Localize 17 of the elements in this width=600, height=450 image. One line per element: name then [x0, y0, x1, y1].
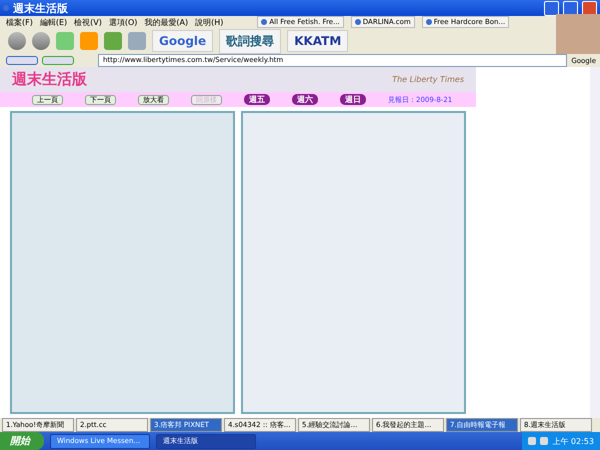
start-button[interactable]: 開始 — [0, 432, 44, 450]
menu-item[interactable]: 選項(O) — [108, 16, 138, 28]
menu-item[interactable]: 編輯(E) — [40, 16, 68, 28]
toolbar-logo-button[interactable]: Google — [152, 30, 214, 52]
day-button[interactable]: 週五 — [244, 94, 270, 105]
menu-item[interactable]: 檔案(F) — [6, 16, 33, 28]
menu-item[interactable]: 說明(H) — [195, 16, 224, 28]
banner-subtitle: The Liberty Times — [392, 75, 464, 84]
menu-item[interactable]: 我的最愛(A) — [144, 16, 188, 28]
toolbar-logo-button[interactable]: 歌詞搜尋 — [219, 28, 282, 54]
toolbar-logo-button[interactable]: KKATM — [287, 30, 348, 52]
banner-title: 週末生活版 — [12, 70, 87, 89]
day-button[interactable]: 週六 — [292, 94, 318, 105]
day-button[interactable]: 週日 — [340, 94, 366, 105]
menu-item[interactable]: 檢視(V) — [74, 16, 102, 28]
clock: 上午 02:53 — [552, 436, 594, 446]
window-title: 週末生活版 — [13, 0, 69, 16]
